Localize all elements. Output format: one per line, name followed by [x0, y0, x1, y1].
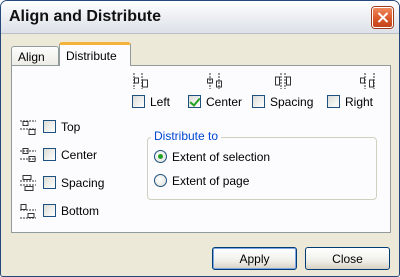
distribute-left-icon — [133, 73, 148, 89]
label-bottom: Bottom — [61, 204, 100, 218]
dialog-title: Align and Distribute — [9, 8, 161, 25]
checkbox-vspacing[interactable] — [43, 176, 56, 189]
checkbox-center[interactable] — [188, 95, 201, 108]
checkbox-vcenter[interactable] — [43, 148, 56, 161]
label-spacing: Spacing — [270, 95, 314, 109]
tab-align[interactable]: Align — [11, 46, 59, 66]
label-vspacing: Spacing — [61, 176, 105, 190]
checkbox-left[interactable] — [132, 95, 145, 108]
radio-extent-of-selection[interactable] — [154, 150, 167, 163]
label-top: Top — [61, 120, 81, 134]
checkbox-right[interactable] — [327, 95, 340, 108]
distribute-vcenter-icon — [20, 148, 36, 162]
label-left: Left — [150, 95, 171, 109]
checkbox-bottom[interactable] — [43, 204, 56, 217]
distribute-right-icon — [360, 73, 375, 89]
label-extent-of-selection: Extent of selection — [172, 150, 271, 164]
label-center: Center — [206, 95, 243, 109]
distribute-to-group — [147, 137, 377, 200]
distribute-to-label: Distribute to — [151, 129, 222, 143]
apply-button[interactable]: Apply — [212, 247, 297, 270]
label-extent-of-page: Extent of page — [172, 174, 250, 188]
label-vcenter: Center — [61, 148, 98, 162]
distribute-center-icon — [207, 73, 222, 89]
checkbox-spacing[interactable] — [252, 95, 265, 108]
title-bar: Align and Distribute — [1, 1, 399, 34]
distribute-top-icon — [20, 120, 36, 135]
close-button[interactable]: Close — [305, 247, 390, 270]
checkbox-top[interactable] — [43, 120, 56, 133]
tab-distribute[interactable]: Distribute — [59, 42, 131, 66]
close-window-icon[interactable] — [372, 7, 393, 28]
distribute-spacing-icon — [275, 73, 291, 89]
dialog-window: Align and Distribute Align Distribute Le… — [0, 0, 400, 277]
distribute-vspacing-icon — [20, 175, 36, 191]
label-right: Right — [345, 95, 374, 109]
radio-extent-of-page[interactable] — [154, 174, 167, 187]
distribute-bottom-icon — [20, 204, 36, 219]
